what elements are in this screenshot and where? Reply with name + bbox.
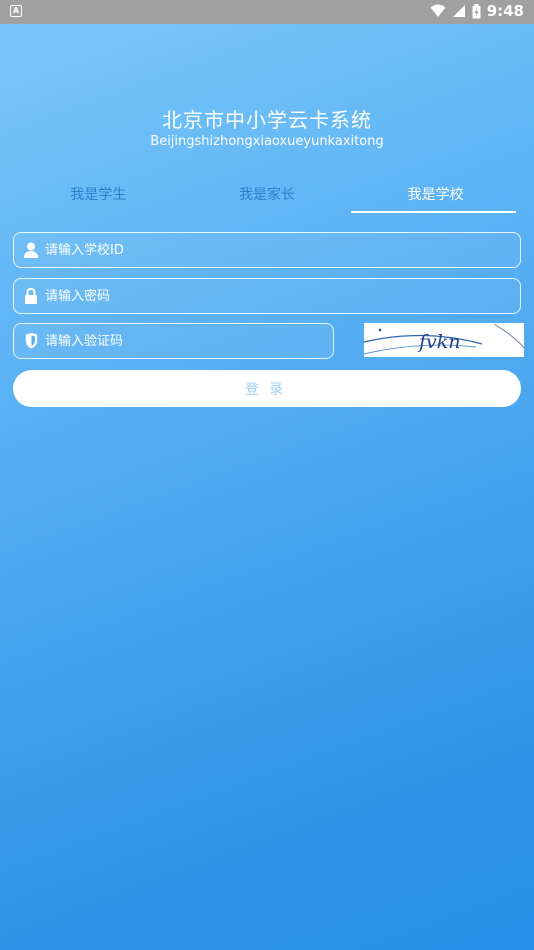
role-tabs: 我是学生 我是家长 我是学校: [14, 178, 520, 214]
status-icons: 9:48: [430, 2, 524, 20]
clock: 9:48: [486, 2, 524, 20]
signal-icon: [452, 5, 465, 17]
app-title: 北京市中小学云卡系统: [162, 108, 372, 132]
captcha-field: [13, 323, 334, 359]
tab-school[interactable]: 我是学校: [351, 178, 520, 214]
school-id-field: [13, 232, 521, 268]
password-field: [13, 278, 521, 314]
tab-parent[interactable]: 我是家长: [183, 178, 352, 214]
notification-icon: A: [10, 5, 22, 17]
user-icon: [23, 241, 39, 259]
status-bar: A 9:48: [0, 0, 534, 24]
login-button[interactable]: 登录: [13, 370, 521, 407]
battery-icon: [472, 3, 481, 18]
shield-icon: [23, 332, 39, 350]
captcha-input[interactable]: [45, 333, 333, 349]
wifi-icon: [430, 4, 446, 17]
captcha-image[interactable]: fvkn: [363, 323, 525, 357]
password-input[interactable]: [45, 288, 520, 304]
tab-student[interactable]: 我是学生: [14, 178, 183, 214]
lock-icon: [23, 287, 39, 305]
login-screen: A 9:48 北京市中小学云卡系统 Beijingshizhongxiaoxue…: [0, 0, 534, 950]
app-subtitle: Beijingshizhongxiaoxueyunkaxitong: [150, 134, 384, 149]
school-id-input[interactable]: [45, 242, 520, 258]
captcha-text: fvkn: [417, 331, 461, 353]
